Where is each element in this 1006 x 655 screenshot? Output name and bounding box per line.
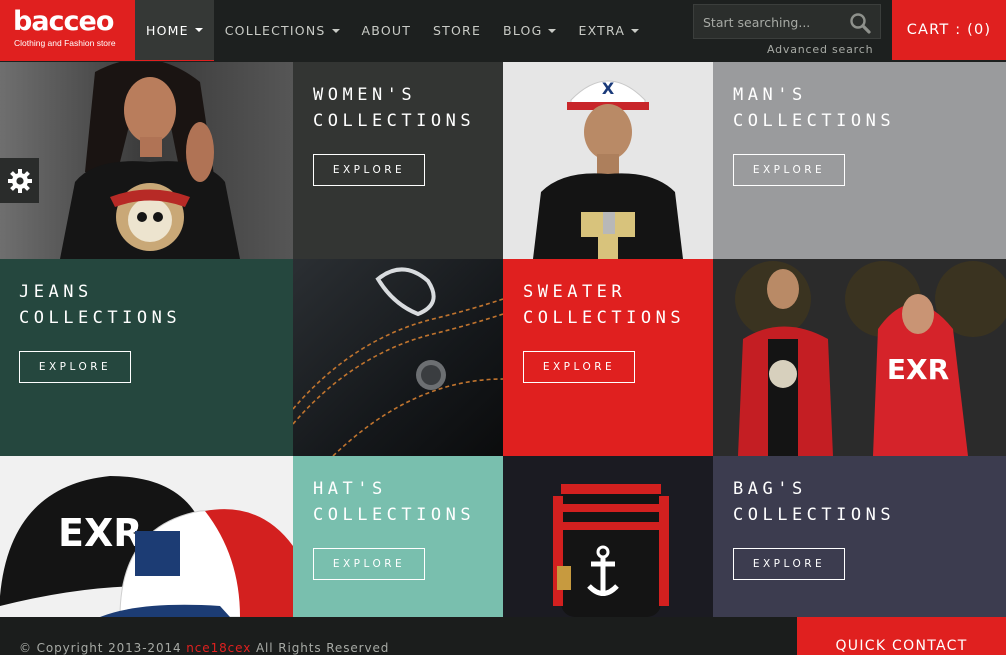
logo-wordmark: bacceo — [13, 6, 114, 37]
search-box — [693, 4, 881, 39]
backpack-photo — [503, 456, 713, 617]
nav-item-label: COLLECTIONS — [224, 23, 326, 38]
tile-title: HAT'S COLLECTIONS — [313, 476, 475, 528]
sweater-collections-tile: SWEATER COLLECTIONS EXPLORE — [503, 259, 713, 456]
tile-title-line2: COLLECTIONS — [19, 308, 182, 328]
tile-title-line1: SWEATER — [523, 282, 627, 302]
chevron-down-icon — [631, 28, 640, 33]
brand-logo[interactable]: bacceo Clothing and Fashion store — [0, 0, 135, 61]
copyright-prefix: © Copyright 2013-2014 — [19, 641, 182, 655]
copyright-text: © Copyright 2013-2014 nce18cex All Right… — [19, 641, 389, 655]
search-input[interactable] — [703, 13, 843, 31]
svg-text:X: X — [602, 79, 615, 98]
tile-title: MAN'S COLLECTIONS — [733, 82, 895, 134]
nav-item-blog[interactable]: BLOG — [492, 0, 567, 61]
jeans-collections-tile: JEANS COLLECTIONS EXPLORE — [0, 259, 293, 456]
hats-photo: EXR — [0, 456, 293, 617]
sweater-models-photo: EXR — [713, 259, 1006, 456]
chevron-down-icon — [194, 28, 203, 32]
tile-title-line2: COLLECTIONS — [523, 308, 686, 328]
main-nav: HOME COLLECTIONS ABOUT STORE BLOG EXTRA — [135, 0, 650, 61]
explore-bags-button[interactable]: EXPLORE — [733, 548, 845, 580]
tile-title-line1: BAG'S — [733, 479, 807, 499]
copyright-suffix: All Rights Reserved — [255, 641, 390, 655]
site-header: bacceo Clothing and Fashion store HOME C… — [0, 0, 1006, 62]
tile-title: WOMEN'S COLLECTIONS — [313, 82, 475, 134]
chevron-down-icon — [331, 28, 340, 33]
explore-jeans-button[interactable]: EXPLORE — [19, 351, 131, 383]
quick-contact-button[interactable]: QUICK CONTACT — [797, 617, 1006, 655]
tile-title-line2: COLLECTIONS — [313, 505, 476, 525]
tile-title: SWEATER COLLECTIONS — [523, 279, 685, 331]
nav-item-about[interactable]: ABOUT — [351, 0, 423, 61]
explore-hats-button[interactable]: EXPLORE — [313, 548, 425, 580]
man-collections-tile: MAN'S COLLECTIONS EXPLORE — [713, 62, 1006, 259]
denim-photo — [293, 259, 503, 456]
tile-title-line2: COLLECTIONS — [733, 505, 896, 525]
explore-sweater-button[interactable]: EXPLORE — [523, 351, 635, 383]
nav-item-label: ABOUT — [361, 23, 412, 38]
hats-photo-tile[interactable]: EXR — [0, 456, 293, 617]
svg-text:EXR: EXR — [887, 353, 949, 386]
tile-title-line1: WOMEN'S — [313, 85, 417, 105]
women-collections-tile: WOMEN'S COLLECTIONS EXPLORE — [293, 62, 503, 259]
tile-title-line1: JEANS — [19, 282, 93, 302]
tile-title-line2: COLLECTIONS — [313, 111, 476, 131]
women-photo-tile[interactable] — [0, 62, 293, 259]
settings-button[interactable] — [0, 158, 39, 203]
chevron-down-icon — [548, 28, 557, 33]
tile-title-line1: HAT'S — [313, 479, 387, 499]
nav-item-home[interactable]: HOME — [135, 0, 214, 61]
svg-text:EXR: EXR — [58, 511, 143, 555]
copyright-author-link[interactable]: nce18cex — [186, 641, 251, 655]
explore-man-button[interactable]: EXPLORE — [733, 154, 845, 186]
man-photo-tile[interactable]: X — [503, 62, 713, 259]
nav-item-label: STORE — [433, 23, 482, 38]
nav-item-extra[interactable]: EXTRA — [567, 0, 650, 61]
sweater-photo-tile[interactable]: EXR — [713, 259, 1006, 456]
women-model-photo — [0, 62, 293, 259]
tile-title-line1: MAN'S — [733, 85, 807, 105]
man-model-photo: X — [503, 62, 713, 259]
hats-collections-tile: HAT'S COLLECTIONS EXPLORE — [293, 456, 503, 617]
jeans-photo-tile[interactable] — [293, 259, 503, 456]
tile-title-line2: COLLECTIONS — [733, 111, 896, 131]
nav-item-label: BLOG — [503, 23, 543, 38]
search-icon[interactable] — [848, 11, 872, 35]
nav-item-label: EXTRA — [578, 23, 626, 38]
cart-button[interactable]: CART : (0) — [892, 0, 1006, 60]
nav-item-label: HOME — [146, 22, 189, 38]
advanced-search-link[interactable]: Advanced search — [767, 43, 873, 56]
nav-item-store[interactable]: STORE — [422, 0, 492, 61]
tile-title: BAG'S COLLECTIONS — [733, 476, 895, 528]
bag-photo-tile[interactable] — [503, 456, 713, 617]
gear-icon — [7, 168, 32, 193]
logo-tagline: Clothing and Fashion store — [14, 38, 116, 48]
tile-title: JEANS COLLECTIONS — [19, 279, 181, 331]
bags-collections-tile: BAG'S COLLECTIONS EXPLORE — [713, 456, 1006, 617]
nav-item-collections[interactable]: COLLECTIONS — [214, 0, 351, 61]
explore-women-button[interactable]: EXPLORE — [313, 154, 425, 186]
